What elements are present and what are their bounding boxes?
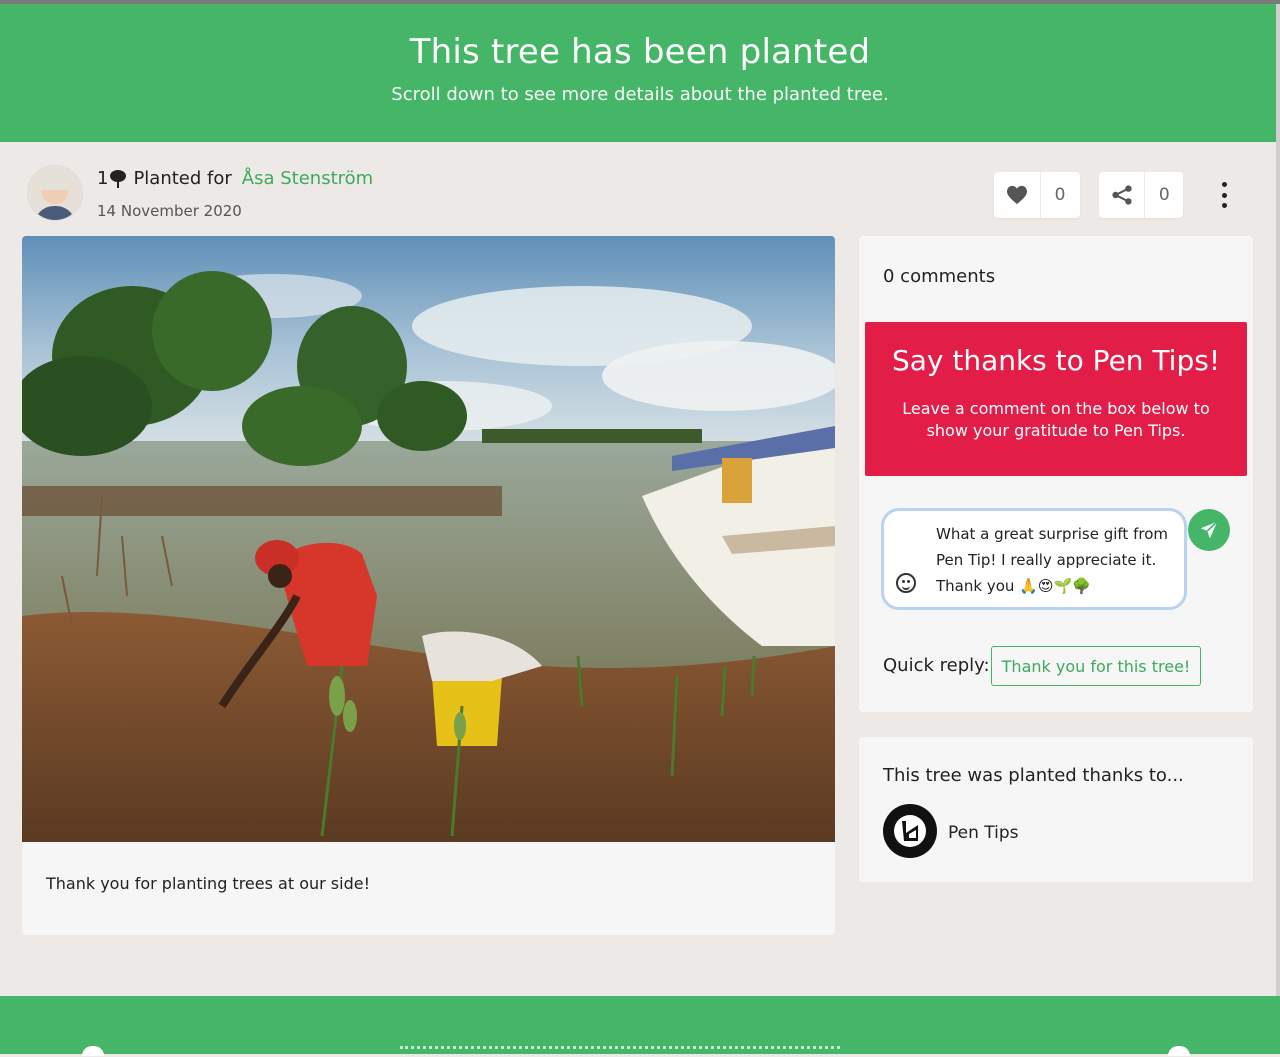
- sponsor-card: This tree was planted thanks to... Pen T…: [859, 737, 1253, 882]
- send-button[interactable]: [1188, 509, 1230, 551]
- like-count: 0: [1054, 185, 1066, 205]
- hero-banner: This tree has been planted Scroll down t…: [0, 4, 1280, 142]
- recipient-link[interactable]: Åsa Stenström: [242, 168, 373, 189]
- quick-reply-button[interactable]: Thank you for this tree!: [991, 646, 1201, 686]
- share-count: 0: [1158, 185, 1170, 205]
- cloud-icon: [82, 1046, 104, 1056]
- tree-icon: [109, 169, 127, 188]
- tree-count-value: 1: [97, 168, 109, 189]
- like-button[interactable]: 0: [994, 172, 1080, 218]
- quick-reply-label: Quick reply:: [883, 655, 990, 676]
- thanks-banner-title: Say thanks to Pen Tips!: [891, 344, 1221, 377]
- planted-for-label: Planted for: [133, 168, 232, 189]
- comments-count: 0 comments: [883, 266, 996, 287]
- cloud-icon: [1168, 1046, 1190, 1056]
- page-subtitle: Scroll down to see more details about th…: [391, 84, 889, 105]
- pen-tips-logo[interactable]: [883, 804, 937, 858]
- more-vertical-icon[interactable]: [1214, 182, 1234, 208]
- footer-banner: [0, 996, 1280, 1057]
- share-button[interactable]: 0: [1099, 172, 1183, 218]
- send-icon: [1200, 521, 1218, 539]
- share-icon[interactable]: [1099, 172, 1146, 218]
- planted-date: 14 November 2020: [97, 202, 242, 220]
- heart-icon[interactable]: [994, 172, 1041, 218]
- smiley-icon[interactable]: [896, 573, 916, 593]
- sponsor-name[interactable]: Pen Tips: [948, 823, 1019, 843]
- post-photo: [22, 236, 835, 842]
- thanks-banner: Say thanks to Pen Tips! Leave a comment …: [865, 322, 1247, 476]
- comments-card: 0 comments Say thanks to Pen Tips! Leave…: [859, 236, 1253, 712]
- post-card: Thank you for planting trees at our side…: [22, 236, 835, 935]
- sponsor-title: This tree was planted thanks to...: [883, 765, 1184, 786]
- tree-count: 1: [97, 168, 127, 189]
- avatar[interactable]: [27, 165, 83, 221]
- thanks-banner-text: Leave a comment on the box below to show…: [902, 399, 1210, 440]
- page-title: This tree has been planted: [409, 32, 871, 72]
- scrollbar-track[interactable]: [1276, 4, 1280, 1054]
- comment-input-text[interactable]: What a great surprise gift from Pen Tip!…: [936, 521, 1168, 599]
- footer-decoration: [400, 1046, 840, 1057]
- post-caption: Thank you for planting trees at our side…: [46, 874, 370, 893]
- comment-input[interactable]: What a great surprise gift from Pen Tip!…: [881, 508, 1187, 610]
- planted-for-line: 1 Planted for Åsa Stenström: [97, 168, 373, 189]
